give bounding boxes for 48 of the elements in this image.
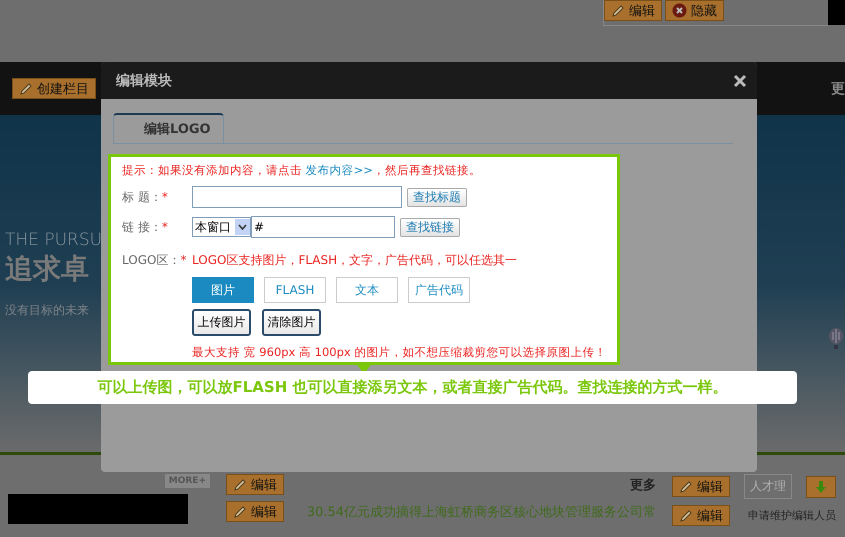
pencil-icon <box>611 4 625 18</box>
field-label: LOGO区：* <box>122 252 188 269</box>
image-button[interactable]: 上传图片 <box>192 309 251 336</box>
type-tab[interactable]: 广告代码 <box>408 277 470 303</box>
down-button[interactable] <box>806 476 836 498</box>
edit-button[interactable]: 创建栏目 <box>12 78 96 99</box>
edit-button[interactable]: 编辑 <box>672 476 730 497</box>
target-select[interactable]: 本窗口 <box>192 217 251 237</box>
field-label: 链 接：* <box>122 218 169 236</box>
dialog-title: 编辑模块 <box>116 72 172 90</box>
pencil-icon <box>679 480 693 494</box>
tab[interactable]: 编辑LOGO <box>113 113 224 143</box>
callout-text: 可以上传图，可以放FLASH 也可以直接添另文本，或者直接广告代码。查找连接的方式一样。 <box>28 371 797 404</box>
chevron-down-icon <box>238 224 247 230</box>
size-note: 最大支持 宽 960px 高 100px 的图片，如不想压缩裁剪您可以选择原图上传！ <box>192 345 608 360</box>
more-link[interactable]: 更多 <box>630 476 656 494</box>
pencil-icon <box>19 82 33 96</box>
edit-button[interactable]: 编辑 <box>226 474 284 495</box>
find-button[interactable]: 查找标题 <box>407 188 467 206</box>
field-label: 标 题：* <box>122 188 169 206</box>
nav-item[interactable]: 更 <box>831 80 845 98</box>
pencil-icon <box>233 478 247 492</box>
type-tab[interactable]: 文本 <box>336 277 398 303</box>
find-button[interactable]: 查找链接 <box>400 218 460 236</box>
title-field[interactable] <box>192 186 402 208</box>
balloon-icon <box>828 328 844 350</box>
hint-text: 提示：如果没有添加内容，请点击 发布内容>>，然后再查找链接。 <box>122 163 482 178</box>
edit-button[interactable]: 编辑 <box>226 501 284 522</box>
publish-link[interactable]: 发布内容>> <box>306 163 373 177</box>
down-arrow-icon <box>815 480 827 494</box>
edit-button[interactable]: 编辑 <box>672 505 730 526</box>
link-field[interactable]: # <box>251 216 395 238</box>
type-tab[interactable]: 图片 <box>192 277 254 303</box>
logo-note: LOGO区支持图片，FLASH，文字，广告代码，可以任选其一 <box>192 252 518 269</box>
edit-button[interactable]: 编辑 <box>604 0 662 21</box>
side-text: 申请维护编辑人员 <box>748 508 836 523</box>
pencil-icon <box>233 504 247 518</box>
banner-title: THE PURSU <box>5 230 102 250</box>
close-circle-icon <box>672 3 687 18</box>
hide-button[interactable]: 隐藏 <box>665 0 724 21</box>
close-icon <box>733 74 747 88</box>
banner-subtitle: 没有目标的未来 <box>5 302 89 319</box>
banner-heading: 追求卓 <box>5 251 89 287</box>
image-button[interactable]: 清除图片 <box>262 309 321 336</box>
type-tab[interactable]: FLASH <box>264 277 326 303</box>
pencil-icon <box>679 508 693 522</box>
corner-panel <box>828 0 845 25</box>
tab[interactable]: 人才理 <box>744 474 792 499</box>
